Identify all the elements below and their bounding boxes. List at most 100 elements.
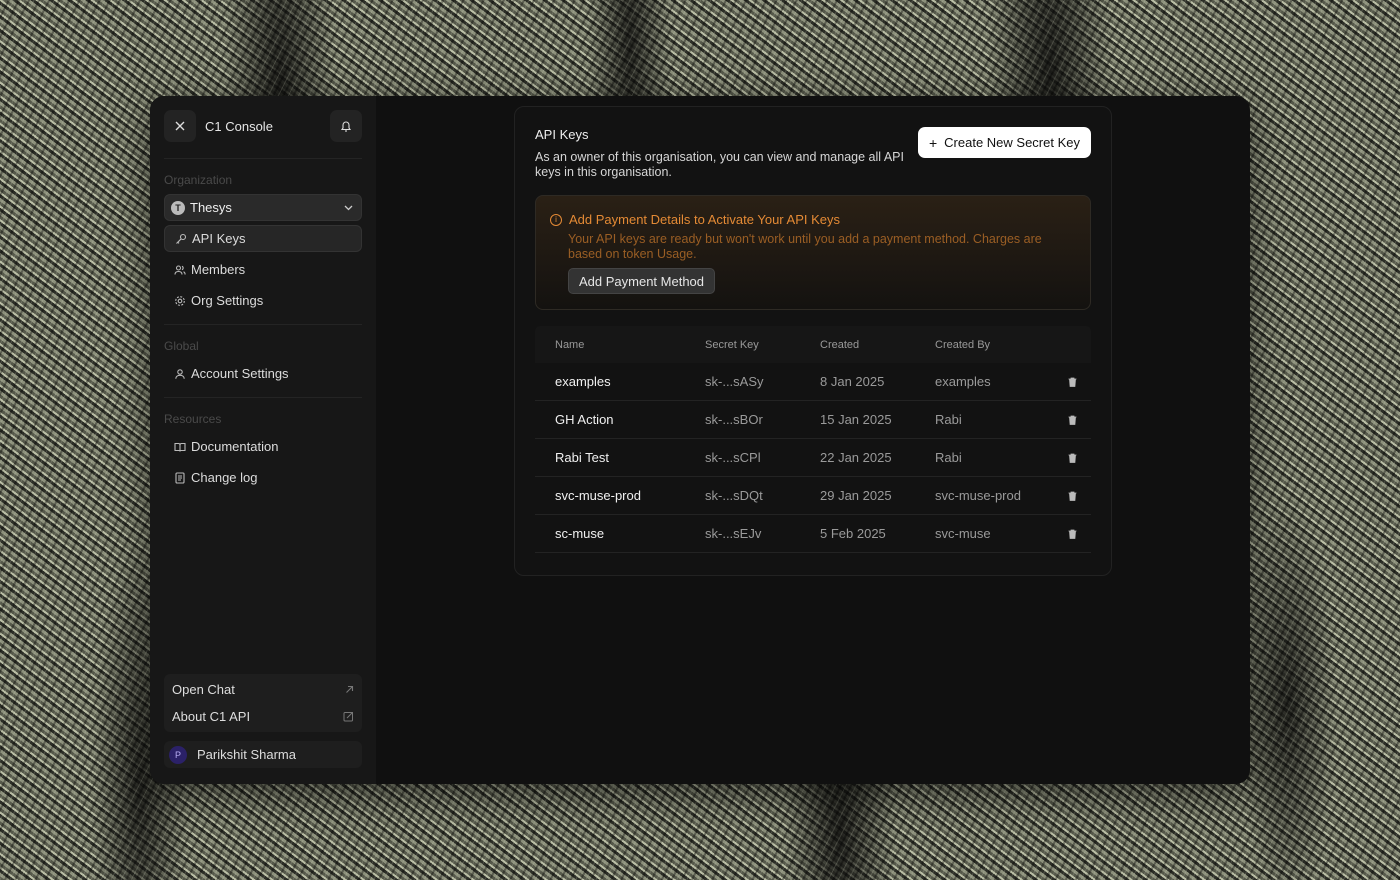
key-secret: sk-...sBOr bbox=[705, 412, 763, 427]
key-name: examples bbox=[555, 374, 611, 389]
close-button[interactable] bbox=[164, 110, 196, 142]
button-label: Create New Secret Key bbox=[944, 135, 1080, 150]
key-created-by: Rabi bbox=[935, 450, 962, 465]
org-logo: T bbox=[171, 200, 185, 215]
open-chat-link[interactable]: Open Chat bbox=[164, 676, 362, 703]
sidebar-item-org-settings[interactable]: Org Settings bbox=[164, 287, 362, 314]
create-secret-key-button[interactable]: + Create New Secret Key bbox=[917, 127, 1091, 158]
trash-icon bbox=[1068, 377, 1076, 387]
divider bbox=[164, 158, 362, 159]
user-name: Parikshit Sharma bbox=[197, 747, 296, 762]
key-created: 29 Jan 2025 bbox=[820, 488, 892, 503]
sidebar-item-change-log[interactable]: Change log bbox=[164, 464, 362, 491]
key-name: sc-muse bbox=[555, 526, 605, 541]
sidebar-item-api-keys[interactable]: API Keys bbox=[164, 225, 362, 252]
table-row: svc-muse-prod sk-...sDQt 29 Jan 2025 svc… bbox=[535, 477, 1091, 515]
key-secret: sk-...sASy bbox=[705, 374, 764, 389]
sidebar-item-label: Members bbox=[191, 262, 246, 277]
payment-alert: i Add Payment Details to Activate Your A… bbox=[535, 195, 1091, 310]
page-description: As an owner of this organisation, you ca… bbox=[535, 150, 904, 179]
section-label-resources: Resources bbox=[164, 412, 222, 426]
about-c1-api-link[interactable]: About C1 API bbox=[164, 703, 362, 730]
trash-icon bbox=[1068, 529, 1076, 539]
delete-button[interactable] bbox=[1057, 529, 1087, 539]
sidebar-footer: Open Chat About C1 API P Parikshit Sharm… bbox=[164, 674, 362, 768]
alert-text: Your API keys are ready but won't work u… bbox=[568, 232, 1042, 261]
book-icon bbox=[174, 441, 186, 453]
sidebar-item-label: API Keys bbox=[192, 231, 246, 246]
main-content: API Keys As an owner of this organisatio… bbox=[376, 96, 1250, 784]
trash-icon bbox=[1068, 453, 1076, 463]
external-links: Open Chat About C1 API bbox=[164, 674, 362, 732]
key-created-by: examples bbox=[935, 374, 991, 389]
delete-button[interactable] bbox=[1057, 377, 1087, 387]
key-created-by: svc-muse-prod bbox=[935, 488, 1021, 503]
link-label: Open Chat bbox=[172, 682, 235, 697]
api-keys-card: API Keys As an owner of this organisatio… bbox=[514, 106, 1112, 576]
user-profile[interactable]: P Parikshit Sharma bbox=[164, 741, 362, 768]
key-name: svc-muse-prod bbox=[555, 488, 641, 503]
api-keys-table: Name Secret Key Created Created By examp… bbox=[535, 326, 1091, 553]
table-header: Name Secret Key Created Created By bbox=[535, 326, 1091, 363]
key-created-by: svc-muse bbox=[935, 526, 991, 541]
key-created-by: Rabi bbox=[935, 412, 962, 427]
app-window: C1 Console Organization T Thesys API Key… bbox=[150, 96, 1250, 784]
key-created: 15 Jan 2025 bbox=[820, 412, 892, 427]
notifications-button[interactable] bbox=[330, 110, 362, 142]
sidebar-item-members[interactable]: Members bbox=[164, 256, 362, 283]
column-header-created-by: Created By bbox=[935, 338, 991, 351]
key-name: GH Action bbox=[555, 412, 614, 427]
page-title: API Keys bbox=[535, 127, 589, 142]
external-link-icon bbox=[343, 712, 353, 722]
close-icon bbox=[175, 121, 185, 131]
alert-title: i Add Payment Details to Activate Your A… bbox=[550, 212, 1076, 227]
sidebar-item-account-settings[interactable]: Account Settings bbox=[164, 360, 362, 387]
table-row: GH Action sk-...sBOr 15 Jan 2025 Rabi bbox=[535, 401, 1091, 439]
bell-icon bbox=[340, 121, 352, 132]
column-header-secret-key: Secret Key bbox=[705, 338, 759, 351]
key-secret: sk-...sDQt bbox=[705, 488, 763, 503]
column-header-created: Created bbox=[820, 338, 860, 351]
link-label: About C1 API bbox=[172, 709, 251, 724]
user-icon bbox=[174, 368, 186, 380]
delete-button[interactable] bbox=[1057, 453, 1087, 463]
users-icon bbox=[174, 264, 186, 276]
app-title: C1 Console bbox=[205, 118, 273, 134]
sidebar-header: C1 Console bbox=[164, 110, 362, 142]
org-selector[interactable]: T Thesys bbox=[164, 194, 362, 221]
chevron-down-icon bbox=[344, 205, 353, 210]
section-label-organization: Organization bbox=[164, 173, 233, 187]
trash-icon bbox=[1068, 491, 1076, 501]
sidebar-item-label: Change log bbox=[191, 470, 258, 485]
avatar: P bbox=[169, 745, 187, 764]
key-secret: sk-...sEJv bbox=[705, 526, 762, 541]
table-row: sc-muse sk-...sEJv 5 Feb 2025 svc-muse bbox=[535, 515, 1091, 553]
table-row: examples sk-...sASy 8 Jan 2025 examples bbox=[535, 363, 1091, 401]
info-icon: i bbox=[550, 213, 562, 226]
divider bbox=[164, 324, 362, 325]
sidebar-item-documentation[interactable]: Documentation bbox=[164, 433, 362, 460]
key-created: 5 Feb 2025 bbox=[820, 526, 886, 541]
key-created: 8 Jan 2025 bbox=[820, 374, 885, 389]
key-created: 22 Jan 2025 bbox=[820, 450, 892, 465]
key-name: Rabi Test bbox=[555, 450, 609, 465]
file-icon bbox=[174, 471, 186, 484]
add-payment-method-button[interactable]: Add Payment Method bbox=[568, 268, 716, 294]
key-secret: sk-...sCPl bbox=[705, 450, 761, 465]
section-label-global: Global bbox=[164, 339, 199, 353]
plus-icon: + bbox=[928, 134, 938, 151]
sidebar-item-label: Org Settings bbox=[191, 293, 264, 308]
gear-icon bbox=[174, 295, 186, 307]
column-header-name: Name bbox=[555, 338, 585, 351]
alert-title-text: Add Payment Details to Activate Your API… bbox=[569, 212, 840, 227]
delete-button[interactable] bbox=[1057, 491, 1087, 501]
card-header: API Keys As an owner of this organisatio… bbox=[535, 127, 1091, 180]
sidebar-item-label: Account Settings bbox=[191, 366, 289, 381]
org-name: Thesys bbox=[190, 200, 232, 215]
trash-icon bbox=[1068, 415, 1076, 425]
table-row: Rabi Test sk-...sCPl 22 Jan 2025 Rabi bbox=[535, 439, 1091, 477]
arrow-up-right-icon bbox=[346, 685, 354, 693]
delete-button[interactable] bbox=[1057, 415, 1087, 425]
key-icon bbox=[175, 233, 187, 245]
sidebar: C1 Console Organization T Thesys API Key… bbox=[150, 96, 376, 784]
